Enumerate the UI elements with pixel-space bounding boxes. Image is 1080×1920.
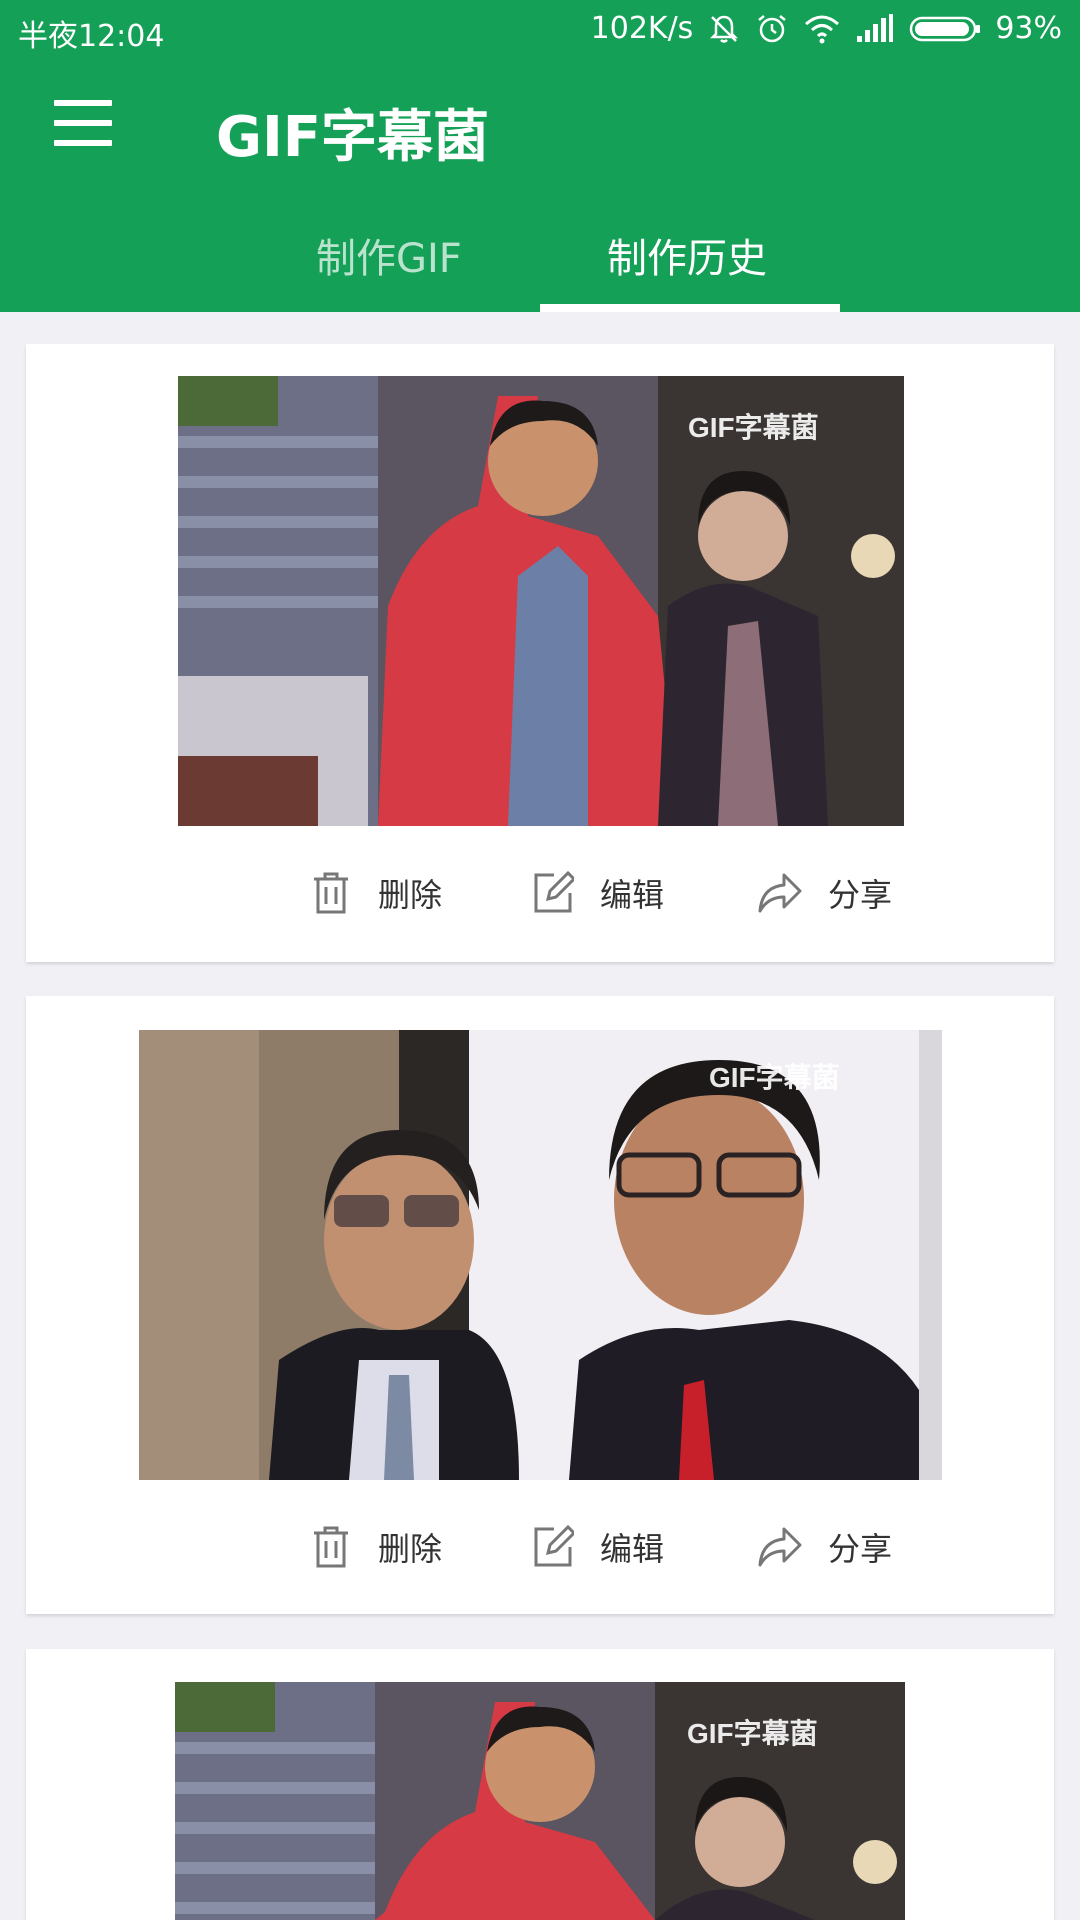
- share-icon: [758, 873, 802, 913]
- wifi-icon: [803, 12, 841, 46]
- tab-make-gif[interactable]: 制作GIF: [316, 226, 462, 284]
- share-icon: [758, 1527, 802, 1567]
- signal-icon: [855, 12, 895, 46]
- status-icons: 102K/s 93%: [591, 11, 1062, 46]
- delete-button[interactable]: 删除: [310, 870, 442, 916]
- battery-percent: 93%: [995, 11, 1062, 46]
- status-bar: 半夜12:04 102K/s 93%: [0, 0, 1080, 62]
- edit-icon: [534, 1525, 574, 1567]
- edit-button[interactable]: 编辑: [532, 870, 664, 916]
- alarm-icon: [755, 12, 789, 46]
- history-card: GIF字幕菌 删除 编辑 分享: [26, 344, 1054, 962]
- share-label: 分享: [828, 876, 893, 914]
- gif-watermark: GIF字幕菌: [709, 1062, 840, 1093]
- battery-icon: [909, 12, 981, 46]
- gif-watermark: GIF字幕菌: [688, 412, 819, 443]
- share-label: 分享: [828, 1530, 893, 1568]
- menu-icon[interactable]: [54, 100, 114, 146]
- trash-icon: [314, 1526, 348, 1568]
- trash-icon: [314, 872, 348, 914]
- app-title: GIF字幕菌: [216, 105, 490, 170]
- gif-thumbnail[interactable]: GIF字幕菌: [178, 376, 904, 826]
- status-time: 半夜12:04: [18, 19, 165, 54]
- history-card: GIF字幕菌: [26, 1649, 1054, 1920]
- delete-label: 删除: [378, 876, 443, 914]
- mute-icon: [707, 12, 741, 46]
- gif-thumbnail[interactable]: GIF字幕菌: [175, 1682, 905, 1920]
- gif-thumbnail[interactable]: GIF字幕菌: [139, 1030, 942, 1480]
- edit-label: 编辑: [600, 876, 665, 914]
- app-header: 半夜12:04 102K/s 93% GIF字幕菌 制作GIF 制作历史: [0, 0, 1080, 312]
- tab-indicator: [540, 304, 840, 312]
- edit-label: 编辑: [600, 1530, 665, 1568]
- share-button[interactable]: 分享: [756, 1524, 892, 1570]
- share-button[interactable]: 分享: [756, 870, 892, 916]
- gif-watermark: GIF字幕菌: [687, 1718, 818, 1749]
- tab-history[interactable]: 制作历史: [607, 226, 767, 284]
- delete-button[interactable]: 删除: [310, 1524, 442, 1570]
- edit-icon: [534, 871, 574, 913]
- history-card: GIF字幕菌 删除 编辑 分享: [26, 996, 1054, 1614]
- net-speed: 102K/s: [590, 11, 694, 46]
- edit-button[interactable]: 编辑: [532, 1524, 664, 1570]
- delete-label: 删除: [378, 1530, 443, 1568]
